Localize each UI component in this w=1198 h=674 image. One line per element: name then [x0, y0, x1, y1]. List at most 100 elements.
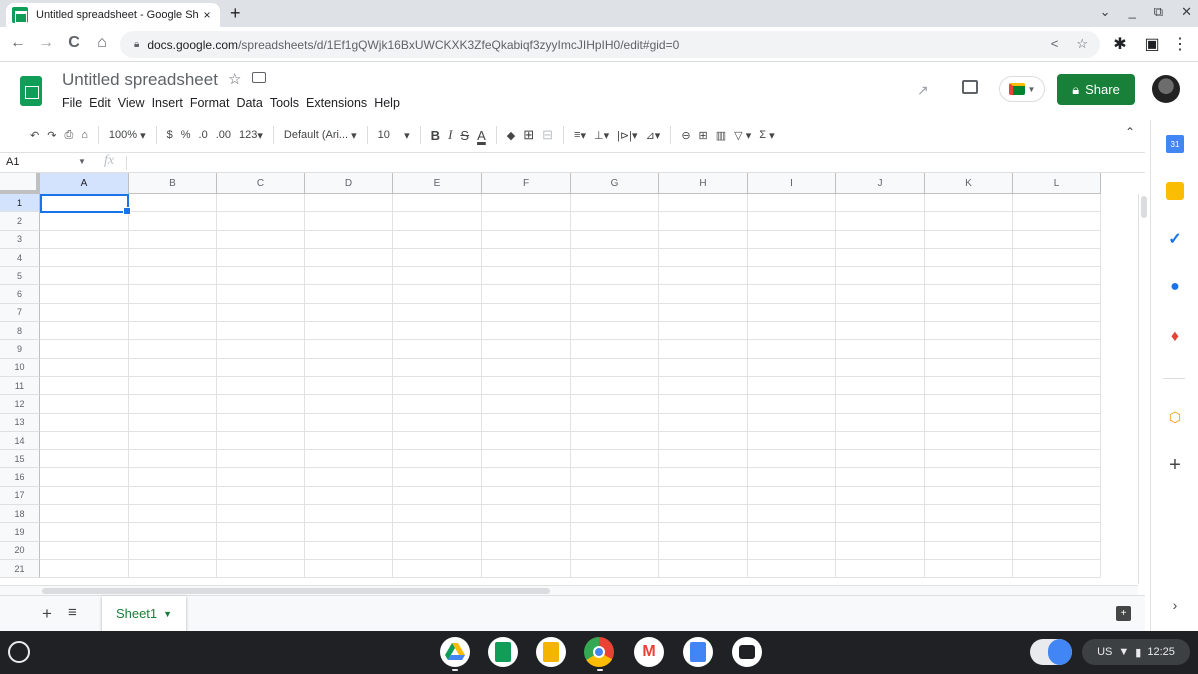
grid-cell[interactable]: [659, 248, 748, 268]
vertical-scrollbar[interactable]: [1138, 194, 1148, 584]
row-header[interactable]: 3: [0, 230, 40, 249]
grid-cell[interactable]: [217, 358, 305, 377]
scroll-thumb[interactable]: [1141, 196, 1147, 218]
grid-cell[interactable]: [1013, 413, 1101, 432]
grid-cell[interactable]: [217, 194, 305, 213]
borders-icon[interactable]: ⊞: [519, 124, 538, 146]
grid-cell[interactable]: [1013, 358, 1101, 377]
grid-cell[interactable]: [393, 541, 482, 560]
grid-cell[interactable]: [217, 395, 305, 414]
row-header[interactable]: 1: [0, 194, 40, 213]
menu-edit[interactable]: Edit: [89, 96, 111, 110]
google-drive-icon[interactable]: [440, 637, 470, 667]
grid-cell[interactable]: [1013, 194, 1101, 213]
grid-cell[interactable]: [217, 431, 305, 451]
grid-cell[interactable]: [305, 267, 393, 286]
grid-cell[interactable]: [129, 376, 217, 396]
row-header[interactable]: 17: [0, 486, 40, 506]
row-header[interactable]: 2: [0, 212, 40, 231]
grid-cell[interactable]: [482, 468, 571, 487]
grid-cell[interactable]: [482, 194, 571, 213]
grid-cell[interactable]: [482, 340, 571, 359]
grid-cell[interactable]: [129, 358, 217, 377]
grid-cell[interactable]: [925, 431, 1013, 451]
grid-cell[interactable]: [836, 322, 925, 341]
share-button[interactable]: 🔒︎ Share: [1057, 74, 1135, 105]
merge-cells-icon[interactable]: ⊟: [538, 124, 557, 146]
grid-cell[interactable]: [40, 303, 129, 323]
grid-cell[interactable]: [305, 303, 393, 323]
grid-cell[interactable]: [1013, 395, 1101, 414]
grid-cell[interactable]: [305, 541, 393, 560]
grid-cell[interactable]: [305, 376, 393, 396]
add-sheet-button[interactable]: +: [42, 604, 52, 624]
grid-cell[interactable]: [482, 486, 571, 506]
all-sheets-button[interactable]: ≡: [68, 604, 77, 621]
selected-cell[interactable]: [40, 194, 131, 215]
column-header-h[interactable]: H: [659, 173, 748, 194]
grid-cell[interactable]: [1013, 322, 1101, 341]
grid-cell[interactable]: [659, 413, 748, 432]
back-icon[interactable]: ←: [8, 34, 28, 52]
grid-cell[interactable]: [1013, 505, 1101, 524]
grid-cell[interactable]: [925, 413, 1013, 432]
grid-cell[interactable]: [836, 376, 925, 396]
row-header[interactable]: 10: [0, 358, 40, 377]
grid-cell[interactable]: [1013, 212, 1101, 231]
menu-tools[interactable]: Tools: [270, 96, 299, 110]
column-header-f[interactable]: F: [482, 173, 571, 194]
grid-cell[interactable]: [393, 431, 482, 451]
grid-cell[interactable]: [129, 468, 217, 487]
star-icon[interactable]: ☆: [228, 70, 241, 88]
meet-button[interactable]: ▼: [999, 76, 1045, 102]
grid-cell[interactable]: [571, 248, 659, 268]
grid-cell[interactable]: [659, 267, 748, 286]
grid-cell[interactable]: [393, 505, 482, 524]
grid-cell[interactable]: [1013, 559, 1101, 579]
grid-cell[interactable]: [571, 486, 659, 506]
workspace-addon-icon[interactable]: ⬡: [1166, 408, 1184, 426]
grid-cell[interactable]: [925, 303, 1013, 323]
explore-button[interactable]: +: [1116, 606, 1131, 621]
grid-cell[interactable]: [482, 413, 571, 432]
menu-view[interactable]: View: [118, 96, 145, 110]
grid-cell[interactable]: [217, 486, 305, 506]
grid-cell[interactable]: [1013, 248, 1101, 268]
row-header[interactable]: 13: [0, 413, 40, 432]
grid-cell[interactable]: [40, 285, 129, 304]
grid-cell[interactable]: [305, 322, 393, 341]
grid-cell[interactable]: [925, 230, 1013, 249]
menu-file[interactable]: File: [62, 96, 82, 110]
grid-cell[interactable]: [129, 486, 217, 506]
grid-cell[interactable]: [393, 523, 482, 542]
grid-cell[interactable]: [748, 505, 836, 524]
grid-cell[interactable]: [836, 559, 925, 579]
grid-cell[interactable]: [925, 194, 1013, 213]
grid-cell[interactable]: [836, 523, 925, 542]
font-size-select[interactable]: 10 ▾: [374, 124, 414, 146]
text-rotation-icon[interactable]: ⊿ ▾: [642, 124, 665, 146]
row-header[interactable]: 5: [0, 267, 40, 286]
grid-cell[interactable]: [393, 486, 482, 506]
grid-cell[interactable]: [571, 194, 659, 213]
chevron-down-icon[interactable]: ▼: [78, 157, 86, 166]
grid-cell[interactable]: [40, 212, 129, 231]
grid-cell[interactable]: [129, 340, 217, 359]
grid-cell[interactable]: [571, 559, 659, 579]
grid-cell[interactable]: [925, 523, 1013, 542]
grid-cell[interactable]: [129, 395, 217, 414]
tasks-icon[interactable]: ✓: [1166, 230, 1184, 248]
grid-cell[interactable]: [217, 505, 305, 524]
grid-cell[interactable]: [217, 523, 305, 542]
grid-cell[interactable]: [217, 230, 305, 249]
grid-cell[interactable]: [217, 322, 305, 341]
grid-cell[interactable]: [1013, 486, 1101, 506]
grid-cell[interactable]: [393, 450, 482, 469]
comment-history-icon[interactable]: [962, 80, 978, 94]
grid-cell[interactable]: [305, 523, 393, 542]
grid-cell[interactable]: [129, 413, 217, 432]
grid-cell[interactable]: [659, 395, 748, 414]
grid-cell[interactable]: [571, 340, 659, 359]
grid-cell[interactable]: [40, 267, 129, 286]
grid-cell[interactable]: [748, 340, 836, 359]
